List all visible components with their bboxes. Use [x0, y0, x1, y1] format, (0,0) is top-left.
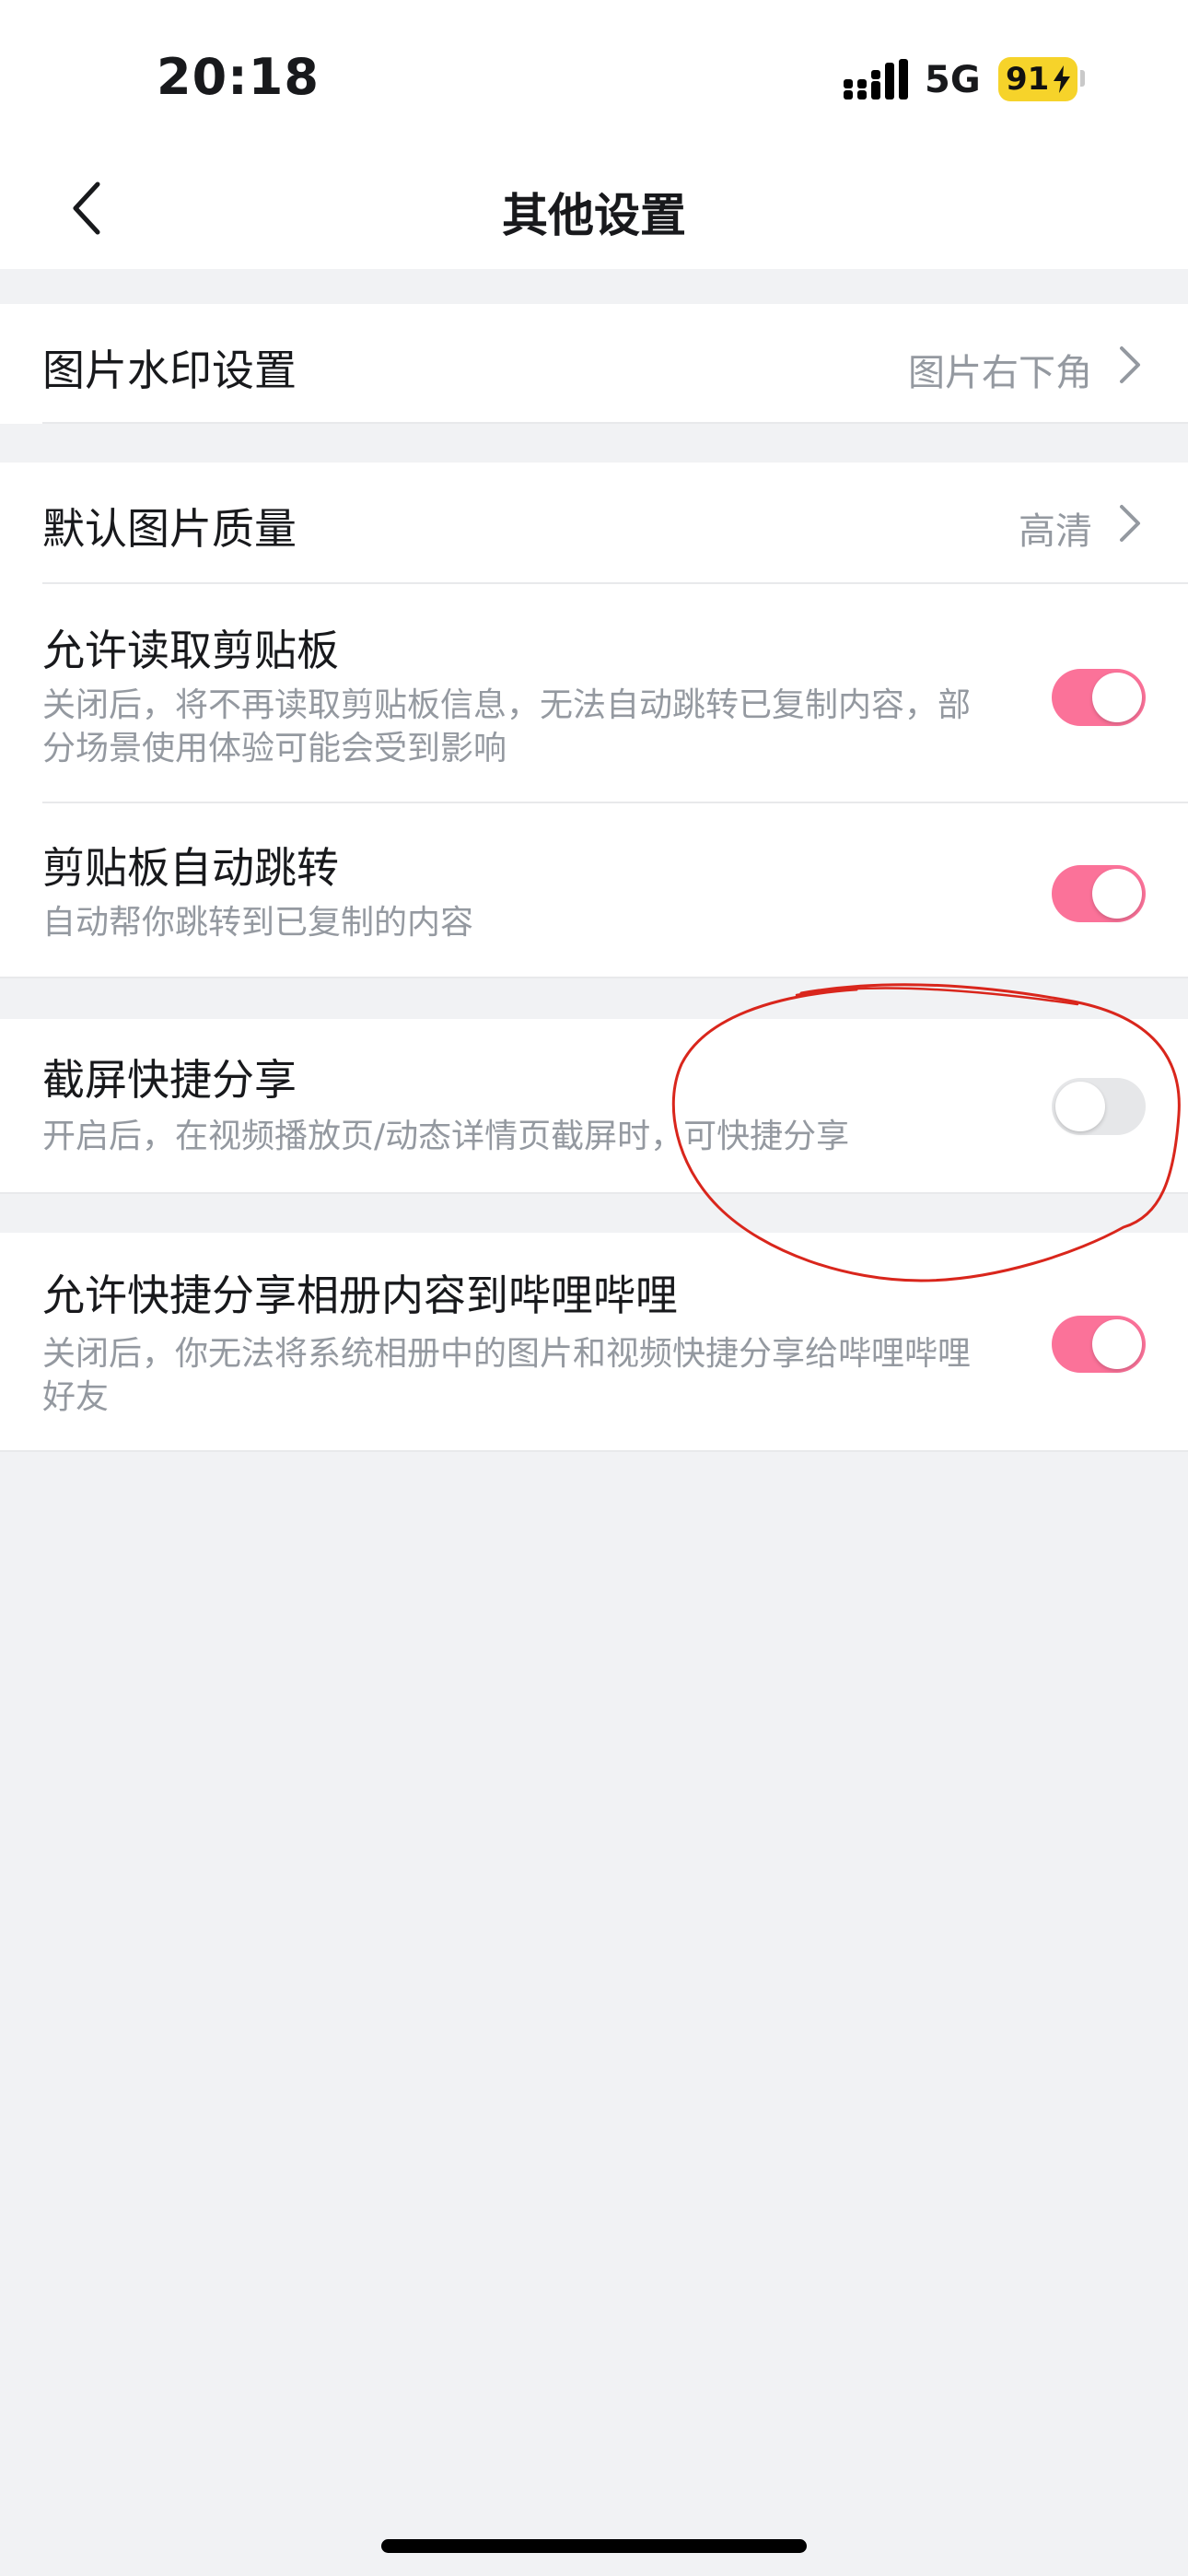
toggle-knob — [1092, 1319, 1142, 1369]
clipboard-read-setting-row: 允许读取剪贴板 关闭后，将不再读取剪贴板信息，无法自动跳转已复制内容，部分场景使… — [0, 584, 1188, 802]
status-time: 20:18 — [157, 48, 320, 106]
network-type: 5G — [925, 59, 981, 101]
album-share-title: 允许快捷分享相册内容到哔哩哔哩 — [42, 1270, 678, 1320]
clipboard-jump-title: 剪贴板自动跳转 — [42, 843, 339, 893]
clipboard-jump-setting-row: 剪贴板自动跳转 自动帮你跳转到已复制的内容 — [0, 803, 1188, 978]
settings-group-watermark: 图片水印设置 图片右下角 — [0, 304, 1188, 424]
clipboard-read-toggle[interactable] — [1052, 669, 1146, 726]
row-divider — [0, 977, 1188, 978]
screenshot-share-toggle[interactable] — [1052, 1078, 1146, 1135]
clipboard-read-desc: 关闭后，将不再读取剪贴板信息，无法自动跳转已复制内容，部分场景使用体验可能会受到… — [42, 686, 972, 767]
screenshot-share-title: 截屏快捷分享 — [42, 1055, 297, 1105]
signal-bars-icon — [844, 59, 908, 100]
chevron-right-icon — [1120, 505, 1140, 542]
quality-setting-row[interactable]: 默认图片质量 高清 — [0, 463, 1188, 582]
album-share-setting-row: 允许快捷分享相册内容到哔哩哔哩 关闭后，你无法将系统相册中的图片和视频快捷分享给… — [0, 1233, 1188, 1452]
chevron-right-icon — [1120, 346, 1140, 383]
row-divider — [42, 422, 1188, 424]
row-divider — [0, 1450, 1188, 1452]
battery-indicator: 91 — [998, 57, 1077, 101]
battery-cap — [1080, 70, 1085, 87]
clipboard-jump-desc: 自动帮你跳转到已复制的内容 — [42, 904, 474, 942]
album-share-toggle[interactable] — [1052, 1316, 1146, 1373]
clipboard-read-title: 允许读取剪贴板 — [42, 626, 339, 675]
watermark-setting-row[interactable]: 图片水印设置 图片右下角 — [0, 304, 1188, 424]
watermark-setting-title: 图片水印设置 — [42, 345, 297, 395]
page-title: 其他设置 — [502, 189, 686, 242]
toggle-knob — [1092, 673, 1142, 722]
toggle-knob — [1092, 869, 1142, 919]
status-bar: 20:18 5G 91 — [0, 0, 1188, 147]
settings-group-album: 允许快捷分享相册内容到哔哩哔哩 关闭后，你无法将系统相册中的图片和视频快捷分享给… — [0, 1233, 1188, 1452]
row-divider — [0, 1192, 1188, 1194]
battery-level: 91 — [1006, 61, 1050, 98]
nav-bar: 其他设置 — [0, 147, 1188, 269]
settings-group-clipboard: 默认图片质量 高清 允许读取剪贴板 关闭后，将不再读取剪贴板信息，无法自动跳转已… — [0, 463, 1188, 978]
album-share-desc: 关闭后，你无法将系统相册中的图片和视频快捷分享给哔哩哔哩好友 — [42, 1335, 972, 1416]
quality-setting-title: 默认图片质量 — [42, 504, 297, 554]
toggle-knob — [1055, 1082, 1105, 1131]
screenshot-share-setting-row: 截屏快捷分享 开启后，在视频播放页/动态详情页截屏时，可快捷分享 — [0, 1019, 1188, 1194]
screenshot-share-desc: 开启后，在视频播放页/动态详情页截屏时，可快捷分享 — [42, 1118, 850, 1155]
clipboard-jump-toggle[interactable] — [1052, 865, 1146, 922]
quality-setting-value: 高清 — [1019, 510, 1092, 553]
settings-group-screenshot: 截屏快捷分享 开启后，在视频播放页/动态详情页截屏时，可快捷分享 — [0, 1019, 1188, 1194]
watermark-setting-value: 图片右下角 — [908, 352, 1092, 394]
bolt-icon — [1054, 65, 1070, 93]
home-indicator — [381, 2539, 807, 2553]
